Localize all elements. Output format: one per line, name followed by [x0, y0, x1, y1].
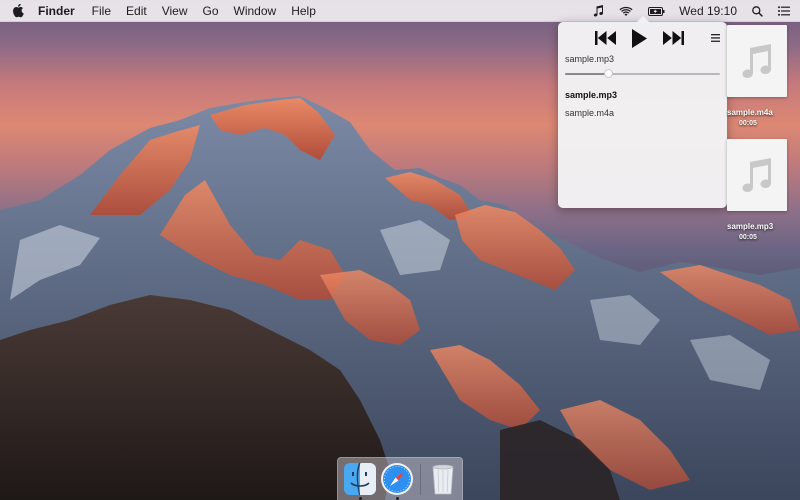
file-duration: 00:05: [739, 234, 757, 241]
screen: Finder File Edit View Go Window Help Wed…: [0, 0, 800, 500]
previous-icon[interactable]: [595, 31, 616, 45]
dock: [337, 457, 463, 500]
search-icon[interactable]: [752, 5, 763, 17]
playlist-item[interactable]: sample.m4a: [565, 104, 720, 122]
dock-trash-icon[interactable]: [426, 462, 460, 496]
player-controls: [595, 27, 684, 49]
audio-file-thumbnail[interactable]: [727, 139, 787, 211]
playlist: sample.mp3 sample.m4a: [565, 86, 720, 122]
next-icon[interactable]: [663, 31, 684, 45]
music-note-icon: [742, 44, 771, 78]
status-area: Wed 19:10: [578, 0, 790, 22]
progress-knob[interactable]: [604, 69, 614, 78]
list-icon[interactable]: [778, 6, 790, 16]
playlist-item[interactable]: sample.mp3: [565, 86, 720, 104]
menu-go[interactable]: Go: [203, 4, 219, 18]
menu-file[interactable]: File: [92, 4, 111, 18]
menu-view[interactable]: View: [162, 4, 188, 18]
file-name: sample.mp3: [727, 222, 774, 231]
dock-finder-icon[interactable]: [343, 462, 377, 496]
file-duration: 00:05: [739, 120, 757, 127]
menu-window[interactable]: Window: [234, 4, 277, 18]
apple-logo-icon[interactable]: [12, 3, 24, 18]
player-menu-icon[interactable]: [711, 29, 720, 47]
menu-bar: Finder File Edit View Go Window Help Wed…: [0, 0, 800, 22]
dock-separator: [420, 464, 421, 495]
music-note-icon[interactable]: [593, 5, 604, 17]
play-icon[interactable]: [632, 28, 647, 48]
menu-edit[interactable]: Edit: [126, 4, 147, 18]
menubar-clock[interactable]: Wed 19:10: [679, 4, 737, 18]
wifi-icon[interactable]: [619, 6, 633, 17]
now-playing-title: sample.mp3: [565, 54, 615, 64]
music-note-icon: [742, 158, 771, 192]
battery-icon[interactable]: [648, 6, 665, 16]
playback-progress-slider[interactable]: [565, 69, 720, 78]
file-name: sample.m4a: [727, 108, 773, 117]
progress-fill: [565, 73, 609, 75]
menu-help[interactable]: Help: [291, 4, 316, 18]
audio-file-thumbnail[interactable]: [727, 25, 787, 97]
dock-safari-icon[interactable]: [380, 462, 414, 496]
music-player-popover: sample.mp3 sample.mp3 sample.m4a: [558, 16, 727, 208]
menu-app-finder[interactable]: Finder: [38, 4, 75, 18]
